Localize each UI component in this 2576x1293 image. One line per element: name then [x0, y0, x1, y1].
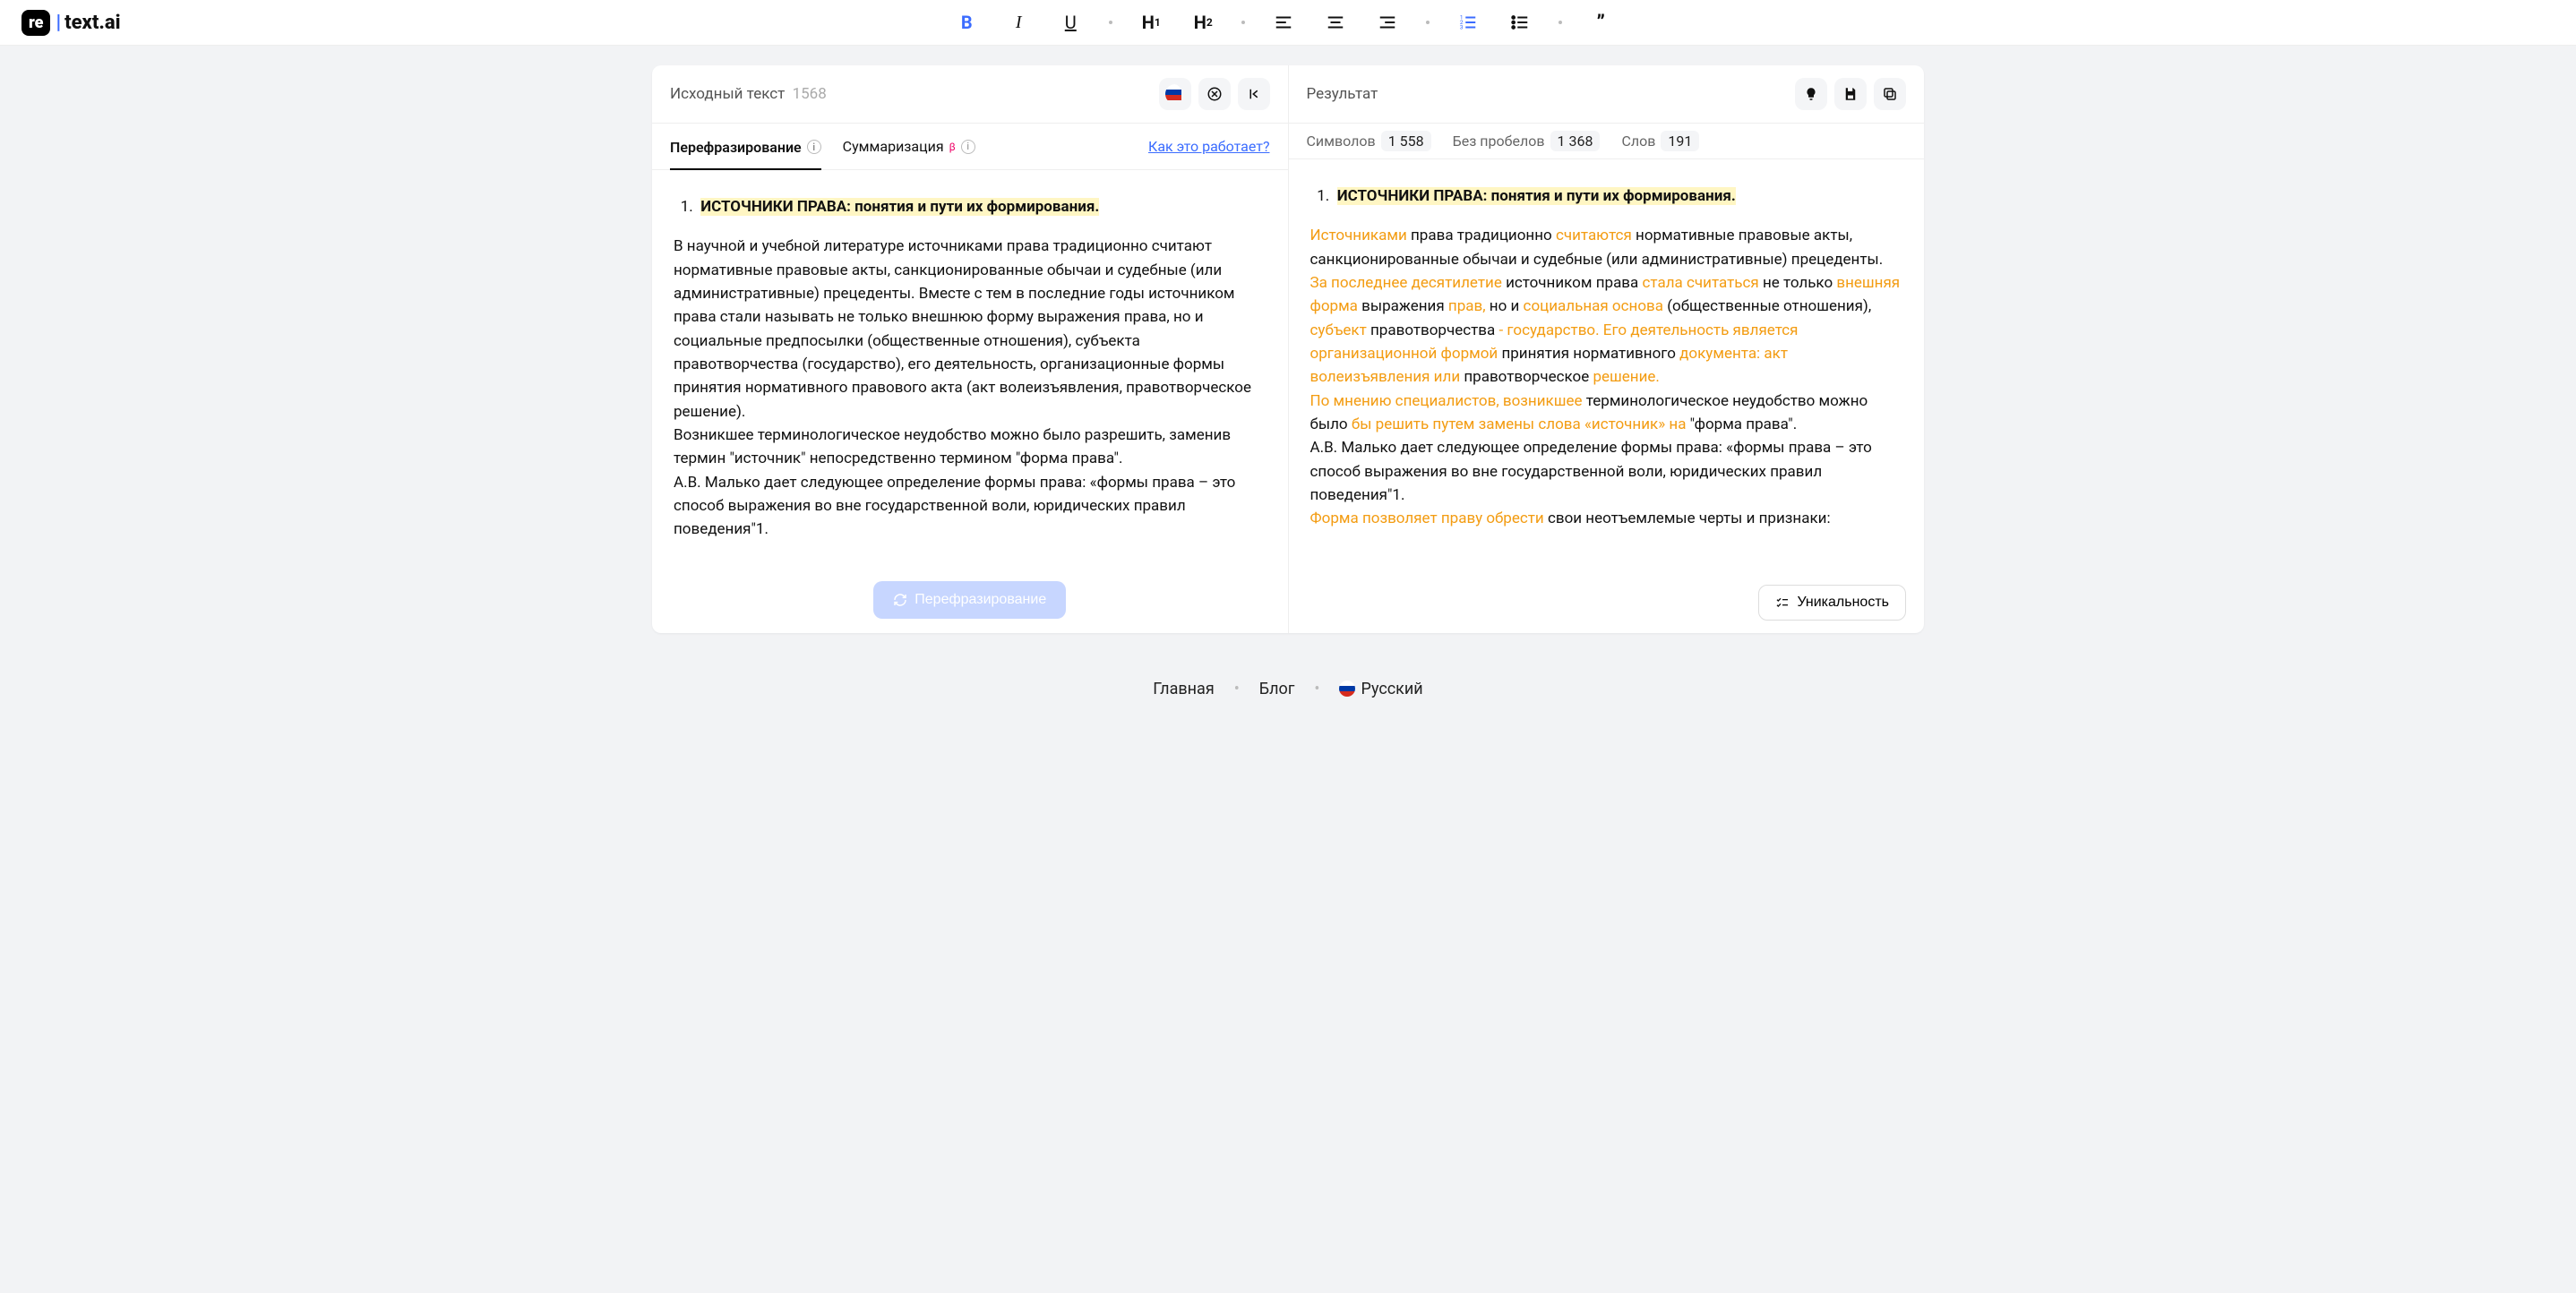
- source-subheader: Перефразирование i Суммаризация β i Как э…: [652, 124, 1288, 170]
- clear-button[interactable]: [1198, 78, 1231, 110]
- logo-badge: re: [21, 10, 50, 36]
- mode-tabs: Перефразирование i Суммаризация β i: [670, 133, 975, 160]
- hint-button[interactable]: [1795, 78, 1827, 110]
- page-footer: Главная • Блог • Русский: [0, 653, 2576, 725]
- stat-nospace: Без пробелов1 368: [1453, 133, 1601, 150]
- h1-button[interactable]: H1: [1138, 9, 1164, 36]
- refresh-icon: [893, 593, 907, 607]
- source-footer: Перефразирование: [652, 567, 1288, 633]
- result-subheader: Символов1 558 Без пробелов1 368 Слов191: [1289, 124, 1925, 159]
- save-button[interactable]: [1834, 78, 1867, 110]
- toolbar-separator: [1558, 21, 1562, 24]
- logo-separator: |: [56, 12, 61, 34]
- tab-summarize-label: Суммаризация: [843, 138, 944, 155]
- result-pane: Результат Символов1 558 Без пробелов1 36…: [1289, 65, 1925, 633]
- align-center-button[interactable]: [1322, 9, 1349, 36]
- result-body: Источниками права традиционно считаются …: [1310, 224, 1903, 530]
- bulb-icon: [1803, 86, 1819, 102]
- align-left-button[interactable]: [1270, 9, 1297, 36]
- topbar: re | text.ai B I U H1 H2 123 ”: [0, 0, 2576, 46]
- unordered-list-button[interactable]: [1507, 9, 1533, 36]
- copy-button[interactable]: [1874, 78, 1906, 110]
- result-actions: [1795, 78, 1906, 110]
- format-toolbar: B I U H1 H2 123 ”: [953, 9, 1614, 36]
- ordered-list-button[interactable]: 123: [1455, 9, 1481, 36]
- footer-separator: •: [1234, 680, 1240, 698]
- tab-paraphrase-label: Перефразирование: [670, 139, 802, 156]
- result-heading: ИСТОЧНИКИ ПРАВА: понятия и пути их форми…: [1334, 184, 1903, 208]
- source-editor[interactable]: ИСТОЧНИКИ ПРАВА: понятия и пути их форми…: [652, 170, 1288, 567]
- stat-words: Слов191: [1621, 133, 1699, 150]
- bold-button[interactable]: B: [953, 9, 980, 36]
- source-header: Исходный текст 1568: [652, 65, 1288, 124]
- tab-summarize[interactable]: Суммаризация β i: [843, 133, 975, 160]
- how-it-works-link[interactable]: Как это работает?: [1148, 138, 1269, 155]
- collapse-button[interactable]: [1238, 78, 1270, 110]
- footer-language-label: Русский: [1361, 680, 1422, 698]
- source-pane: Исходный текст 1568 Пере: [652, 65, 1289, 633]
- source-body: В научной и учебной литературе источника…: [674, 235, 1267, 541]
- underline-button[interactable]: U: [1057, 9, 1084, 36]
- result-header: Результат: [1289, 65, 1925, 124]
- footer-separator: •: [1314, 680, 1319, 698]
- logo-text: text.ai: [64, 12, 120, 34]
- toolbar-separator: [1426, 21, 1430, 24]
- source-heading-text: ИСТОЧНИКИ ПРАВА: понятия и пути их форми…: [700, 198, 1099, 216]
- flag-ru-icon: [1165, 84, 1185, 104]
- beta-badge: β: [949, 141, 956, 153]
- stat-chars: Символов1 558: [1307, 133, 1431, 150]
- quote-button[interactable]: ”: [1587, 9, 1614, 36]
- paraphrase-action-button[interactable]: Перефразирование: [873, 581, 1066, 619]
- copy-icon: [1882, 86, 1898, 102]
- footer-blog-link[interactable]: Блог: [1259, 680, 1295, 698]
- svg-text:3: 3: [1460, 23, 1464, 30]
- result-stats: Символов1 558 Без пробелов1 368 Слов191: [1307, 133, 1700, 150]
- footer-home-link[interactable]: Главная: [1153, 680, 1214, 698]
- italic-button[interactable]: I: [1005, 9, 1032, 36]
- check-list-icon: [1775, 595, 1790, 610]
- uniqueness-label: Уникальность: [1797, 595, 1889, 611]
- source-actions: [1159, 78, 1270, 110]
- tab-paraphrase[interactable]: Перефразирование i: [670, 133, 821, 170]
- paraphrase-action-label: Перефразирование: [914, 592, 1046, 608]
- flag-ru-icon: [1339, 681, 1355, 697]
- source-heading: ИСТОЧНИКИ ПРАВА: понятия и пути их форми…: [697, 195, 1267, 218]
- result-title: Результат: [1307, 85, 1378, 103]
- language-button[interactable]: [1159, 78, 1191, 110]
- main-panel: Исходный текст 1568 Пере: [652, 65, 1924, 633]
- source-title: Исходный текст 1568: [670, 85, 827, 103]
- h2-button[interactable]: H2: [1189, 9, 1216, 36]
- footer-language-switch[interactable]: Русский: [1339, 680, 1422, 698]
- result-heading-text: ИСТОЧНИКИ ПРАВА: понятия и пути их форми…: [1337, 187, 1736, 205]
- source-title-text: Исходный текст: [670, 85, 785, 103]
- toolbar-separator: [1109, 21, 1112, 24]
- toolbar-separator: [1241, 21, 1245, 24]
- source-char-count: 1568: [793, 85, 827, 103]
- info-icon[interactable]: i: [807, 140, 821, 154]
- align-right-button[interactable]: [1374, 9, 1401, 36]
- result-view[interactable]: ИСТОЧНИКИ ПРАВА: понятия и пути их форми…: [1289, 159, 1925, 572]
- save-icon: [1842, 86, 1859, 102]
- uniqueness-button[interactable]: Уникальность: [1758, 585, 1906, 621]
- result-footer: Уникальность: [1289, 572, 1925, 633]
- logo[interactable]: re | text.ai: [21, 10, 121, 36]
- info-icon[interactable]: i: [961, 140, 975, 154]
